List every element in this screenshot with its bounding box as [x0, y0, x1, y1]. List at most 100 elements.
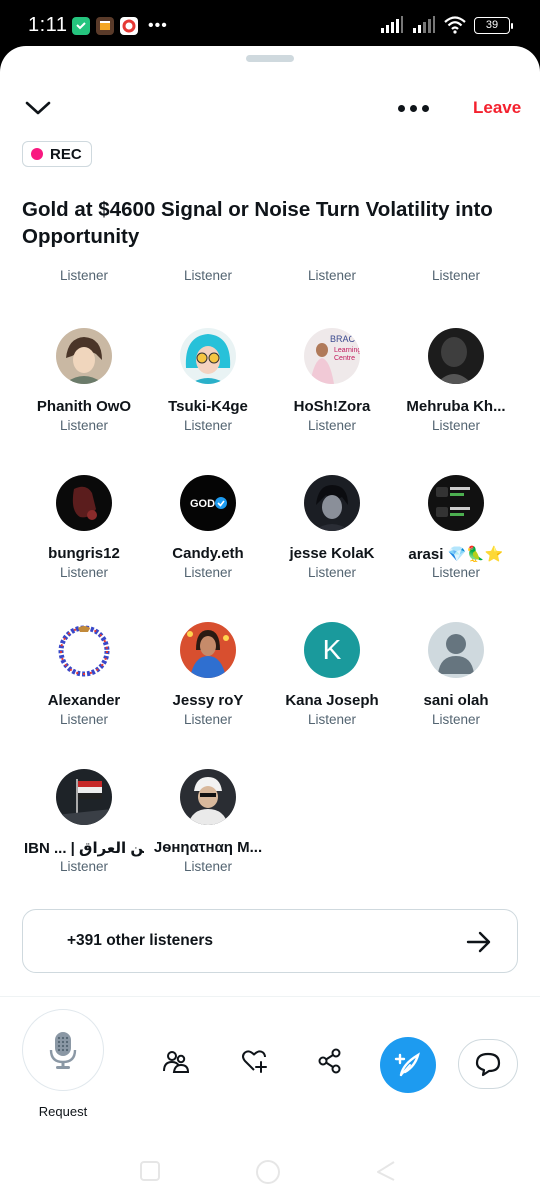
listener-name: bungris12: [48, 545, 120, 562]
svg-text:Centre: Centre: [334, 355, 355, 362]
more-notifications: •••: [148, 17, 168, 34]
listener-card[interactable]: Phanith OwO Listener: [22, 328, 146, 468]
avatar: BRAC Learning Centre: [304, 328, 360, 384]
listener-card[interactable]: BRAC Learning Centre HoSh!Zora Listener: [270, 328, 394, 468]
listener-card[interactable]: arasi 💎🦜⭐ Listener: [394, 475, 518, 615]
listener-card[interactable]: Tsuki-K4ge Listener: [146, 328, 270, 468]
heart-plus-icon: [242, 1050, 267, 1073]
notification-icons: •••: [72, 17, 168, 35]
svg-text:BRAC: BRAC: [330, 334, 356, 344]
listener-card[interactable]: Mehruba Kh... Listener: [394, 328, 518, 468]
listener-card[interactable]: Jѳнηατнαη M... Listener: [146, 769, 270, 888]
avatar: [56, 769, 112, 825]
people-icon: [163, 1051, 190, 1073]
status-icons: 39: [380, 16, 513, 34]
listener-card[interactable]: bungris12 Listener: [22, 475, 146, 615]
listener-name: Mehruba Kh...: [406, 398, 506, 415]
avatar: [56, 622, 112, 678]
svg-text:GOD: GOD: [190, 498, 215, 510]
leave-button[interactable]: Leave: [473, 98, 521, 118]
people-button[interactable]: [158, 1043, 194, 1079]
space-title: Gold at $4600 Signal or Noise Turn Volat…: [22, 198, 493, 248]
listener-role: Listener: [431, 712, 481, 727]
avatar: GOD: [180, 475, 236, 531]
share-button[interactable]: [312, 1043, 348, 1079]
listener-card[interactable]: sani olah Listener: [394, 622, 518, 762]
camera-app-icon: [120, 17, 138, 35]
listener-grid: Listener Listener Listener Listener Phan…: [0, 258, 540, 888]
listener-name: jesse KolaK: [289, 545, 375, 562]
listener-card[interactable]: GOD Candy.eth Listener: [146, 475, 270, 615]
space-sheet: Leave REC Gold at $4600 Signal or Noise …: [0, 46, 540, 1200]
listener-name: Alexander: [47, 692, 121, 709]
listener-name: arasi 💎🦜⭐: [408, 546, 504, 563]
listener-card[interactable]: IBN ... | ابن العراق Listener: [22, 769, 146, 888]
listener-name: Phanith OwO: [36, 398, 132, 415]
listener-role: Listener: [183, 268, 233, 283]
avatar: [180, 328, 236, 384]
recents-nav-icon[interactable]: [140, 1161, 160, 1181]
home-nav-icon[interactable]: [256, 1160, 280, 1184]
partial-listener-row: Listener Listener Listener Listener: [0, 258, 540, 284]
battery-icon: 39: [474, 16, 513, 34]
listener-name: Jѳнηατнαη M...: [153, 839, 263, 856]
listener-card[interactable]: Alexander Listener: [22, 622, 146, 762]
chevron-down-icon[interactable]: [22, 92, 54, 124]
listener-card[interactable]: Jessy roY Listener: [146, 622, 270, 762]
listener-role: Listener: [431, 268, 481, 283]
recording-badge: REC: [22, 141, 92, 167]
signal-icon-2: [413, 16, 435, 33]
rec-label: REC: [50, 145, 82, 163]
more-options-icon[interactable]: [398, 98, 438, 118]
listener-role: Listener: [59, 859, 109, 874]
chat-bubble-icon: [475, 1052, 501, 1077]
avatar: [56, 328, 112, 384]
avatar: [180, 769, 236, 825]
listener-name: Candy.eth: [172, 545, 244, 562]
share-icon: [318, 1048, 341, 1074]
listener-role: Listener: [183, 859, 233, 874]
chat-button[interactable]: [458, 1039, 518, 1089]
listener-card[interactable]: K Kana Joseph Listener: [270, 622, 394, 762]
feather-plus-icon: [394, 1052, 420, 1077]
request-mic-button[interactable]: [22, 1009, 104, 1091]
avatar: [428, 475, 484, 531]
request-label: Request: [38, 1104, 88, 1119]
listener-role: Listener: [307, 268, 357, 283]
listener-role: Listener: [59, 565, 109, 580]
drag-handle[interactable]: [246, 55, 294, 62]
avatar: K: [304, 622, 360, 678]
listener-role: Listener: [307, 712, 357, 727]
listener-role: Listener: [431, 565, 481, 580]
avatar: [56, 475, 112, 531]
rec-dot-icon: [31, 148, 43, 160]
divider: [0, 996, 540, 997]
listener-name: IBN ... | ابن العراق: [24, 840, 144, 857]
react-button[interactable]: [236, 1043, 272, 1079]
listener-role: Listener: [183, 712, 233, 727]
arrow-right-icon: [466, 931, 491, 953]
listener-role: Listener: [183, 565, 233, 580]
listener-role: Listener: [59, 418, 109, 433]
listener-role: Listener: [431, 418, 481, 433]
signal-icon: [381, 16, 403, 33]
microphone-icon: [49, 1032, 77, 1069]
listener-name: sani olah: [423, 692, 489, 709]
avatar: [304, 475, 360, 531]
default-avatar-icon: [428, 622, 484, 678]
wifi-icon: [444, 16, 466, 34]
listener-name: Kana Joseph: [285, 692, 379, 709]
avatar-initial: K: [322, 634, 342, 665]
other-listeners-label: +391 other listeners: [67, 932, 214, 949]
system-nav-bar: [0, 1150, 540, 1200]
avatar: [180, 622, 236, 678]
back-nav-icon[interactable]: [374, 1160, 396, 1182]
other-listeners-button[interactable]: +391 other listeners: [22, 909, 518, 973]
listener-card[interactable]: jesse KolaK Listener: [270, 475, 394, 615]
film-app-icon: [96, 17, 114, 35]
listener-role: Listener: [59, 268, 109, 283]
shield-app-icon: [72, 17, 90, 35]
compose-button[interactable]: [380, 1037, 436, 1093]
listener-name: Tsuki-K4ge: [168, 398, 248, 415]
listener-name: Jessy roY: [172, 692, 244, 709]
